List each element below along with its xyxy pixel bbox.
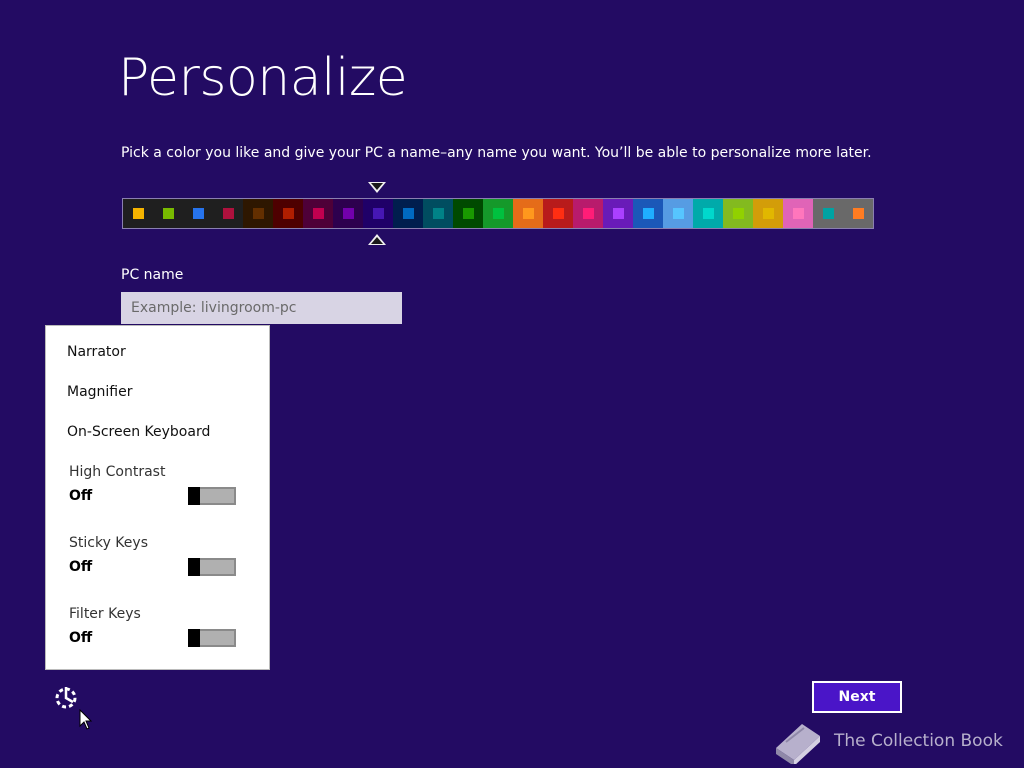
sticky-keys-label: Sticky Keys — [69, 535, 148, 551]
color-chip — [552, 208, 564, 219]
selection-indicator-bottom — [368, 234, 386, 245]
toggle-knob — [188, 487, 200, 505]
pc-name-input[interactable] — [121, 292, 402, 324]
mouse-pointer-icon — [79, 709, 93, 730]
color-chip — [282, 208, 294, 219]
narrator-link[interactable]: Narrator — [67, 344, 126, 360]
color-swatch[interactable] — [213, 199, 243, 228]
filter-keys-setting: Filter Keys Off — [69, 606, 249, 647]
color-chip — [702, 208, 714, 219]
color-swatch[interactable] — [243, 199, 273, 228]
color-swatch[interactable] — [723, 199, 753, 228]
color-chip — [612, 208, 624, 219]
color-chip — [372, 208, 384, 219]
sticky-keys-setting: Sticky Keys Off — [69, 535, 249, 576]
high-contrast-setting: High Contrast Off — [69, 464, 249, 505]
filter-keys-toggle[interactable] — [188, 629, 236, 647]
color-swatch[interactable] — [483, 199, 513, 228]
color-swatch[interactable] — [393, 199, 423, 228]
filter-keys-state: Off — [69, 630, 93, 646]
color-swatch[interactable] — [303, 199, 333, 228]
color-palette — [122, 198, 874, 229]
color-swatch[interactable] — [363, 199, 393, 228]
color-chip — [792, 208, 804, 219]
color-chip — [252, 208, 264, 219]
color-chip — [222, 208, 234, 219]
color-swatch[interactable] — [423, 199, 453, 228]
color-chip — [852, 208, 864, 219]
color-chip — [162, 208, 174, 219]
filter-keys-label: Filter Keys — [69, 606, 141, 622]
on-screen-keyboard-link[interactable]: On-Screen Keyboard — [67, 424, 210, 440]
color-swatch[interactable] — [573, 199, 603, 228]
color-swatch[interactable] — [543, 199, 573, 228]
sticky-keys-toggle[interactable] — [188, 558, 236, 576]
color-swatch[interactable] — [153, 199, 183, 228]
color-chip — [822, 208, 834, 219]
color-chip — [642, 208, 654, 219]
color-swatch[interactable] — [633, 199, 663, 228]
color-chip — [492, 208, 504, 219]
color-chip — [762, 208, 774, 219]
high-contrast-label: High Contrast — [69, 464, 166, 480]
color-chip — [732, 208, 744, 219]
color-chip — [192, 208, 204, 219]
ease-of-access-panel: Narrator Magnifier On-Screen Keyboard Hi… — [45, 325, 270, 670]
pc-name-label: PC name — [121, 267, 184, 283]
color-chip — [132, 208, 144, 219]
high-contrast-toggle[interactable] — [188, 487, 236, 505]
high-contrast-state: Off — [69, 488, 93, 504]
color-swatch[interactable] — [813, 199, 843, 228]
watermark-text: The Collection Book — [834, 731, 1003, 751]
next-button[interactable]: Next — [812, 681, 902, 713]
color-chip — [342, 208, 354, 219]
color-swatch[interactable] — [183, 199, 213, 228]
toggle-knob — [188, 558, 200, 576]
sticky-keys-state: Off — [69, 559, 93, 575]
color-chip — [522, 208, 534, 219]
magnifier-link[interactable]: Magnifier — [67, 384, 133, 400]
watermark: The Collection Book — [772, 718, 1003, 764]
color-swatch[interactable] — [783, 199, 813, 228]
selection-indicator-top — [368, 182, 386, 193]
color-swatch[interactable] — [603, 199, 633, 228]
color-chip — [462, 208, 474, 219]
color-swatch[interactable] — [753, 199, 783, 228]
color-chip — [402, 208, 414, 219]
color-swatch[interactable] — [663, 199, 693, 228]
color-swatch[interactable] — [843, 199, 873, 228]
page-subtitle: Pick a color you like and give your PC a… — [121, 145, 872, 161]
ease-of-access-icon[interactable] — [53, 685, 79, 711]
color-chip — [312, 208, 324, 219]
color-swatch[interactable] — [693, 199, 723, 228]
page-title: Personalize — [118, 48, 408, 108]
color-swatch[interactable] — [273, 199, 303, 228]
color-swatch[interactable] — [123, 199, 153, 228]
color-chip — [432, 208, 444, 219]
color-chip — [582, 208, 594, 219]
color-swatch[interactable] — [333, 199, 363, 228]
color-chip — [672, 208, 684, 219]
book-icon — [776, 724, 820, 764]
color-swatch[interactable] — [513, 199, 543, 228]
toggle-knob — [188, 629, 200, 647]
color-swatch[interactable] — [453, 199, 483, 228]
